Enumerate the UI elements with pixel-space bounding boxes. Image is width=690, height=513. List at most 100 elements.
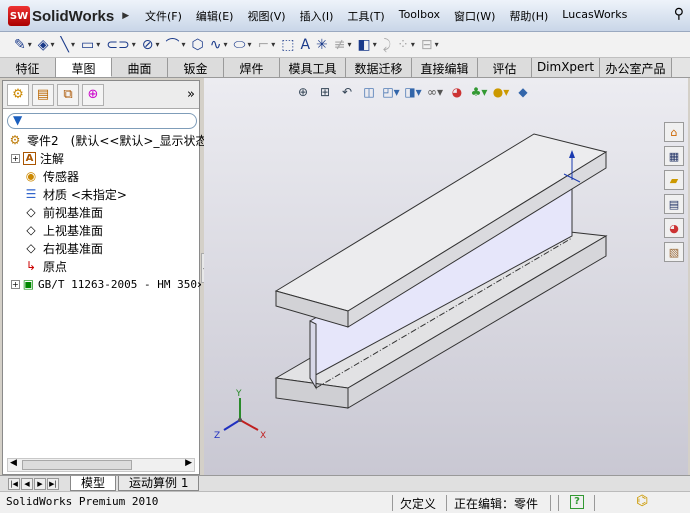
tree-item-annotations[interactable]: + A 注解 [11, 149, 64, 167]
tab-office-products[interactable]: 办公室产品 [600, 58, 672, 77]
tab-mold-tools[interactable]: 模具工具 [280, 58, 346, 77]
feature-manager-tab-icon[interactable]: ⚙ [7, 83, 29, 106]
circle-icon[interactable]: ⊘ ▾ [142, 37, 160, 53]
next-tab-icon[interactable]: ▶ [34, 477, 46, 490]
arc-icon[interactable]: ⌒ ▾ [165, 35, 185, 55]
tree-filter[interactable]: ▼ [7, 113, 197, 129]
part-feature-icon: ▣ [22, 277, 35, 291]
menu-bar: 文件(F) 编辑(E) 视图(V) 插入(I) 工具(T) Toolbox 窗口… [138, 5, 634, 27]
menu-toolbox[interactable]: Toolbox [392, 5, 447, 27]
sketch-tool-icon[interactable]: ◈ ▾ [38, 37, 55, 53]
move-entities-icon[interactable]: ⊟ ▾ [421, 37, 439, 53]
solidworks-logo[interactable]: SW SolidWorks ▶ [8, 4, 129, 28]
tab-direct-editing[interactable]: 直接编辑 [412, 58, 478, 77]
panel-expand-icon[interactable]: » [187, 87, 195, 102]
sensor-icon: ◉ [25, 169, 37, 183]
scroll-right-icon[interactable]: ▶ [185, 458, 192, 468]
beam-model[interactable]: Y X Z [204, 78, 688, 475]
plane-icon: ◇ [26, 241, 36, 255]
prev-tab-icon[interactable]: ◀ [21, 477, 33, 490]
menu-edit[interactable]: 编辑(E) [189, 5, 241, 27]
centerline-icon[interactable]: ≢ ▾ [334, 37, 352, 53]
tab-motion-study[interactable]: 运动算例 1 [118, 476, 200, 491]
slot-icon[interactable]: ⊂⊃ ▾ [106, 37, 135, 53]
part-icon: ⚙ [9, 133, 21, 147]
menu-file[interactable]: 文件(F) [138, 5, 189, 27]
menu-lucasworks[interactable]: LucasWorks [555, 5, 634, 27]
mirror-icon[interactable]: ⤸ [383, 37, 391, 53]
graphics-area[interactable]: ⊕ ⊞ ↶ ◫ ◰▾ ◨▾ ∞▾ ◕ ♣▾ ●▾ ◆ Y X Z [204, 78, 688, 475]
tab-features[interactable]: 特征 [0, 58, 56, 77]
status-product: SolidWorks Premium 2010 [6, 495, 159, 508]
logo-arrow-icon[interactable]: ▶ [122, 11, 129, 21]
ellipse-icon[interactable]: ⬭ ▾ [233, 37, 251, 53]
tab-model[interactable]: 模型 [70, 476, 117, 491]
sketch-text-icon[interactable]: ⬚ [281, 37, 294, 53]
tree-item-origin[interactable]: ↳ 原点 [23, 257, 67, 275]
web-end-face [309, 320, 317, 390]
point-icon[interactable]: ✳ [316, 37, 328, 53]
pin-icon[interactable]: ⚲ [674, 6, 684, 22]
line-icon[interactable]: ╲ ▾ [61, 37, 75, 53]
tab-dimxpert[interactable]: DimXpert [532, 58, 600, 77]
design-library-icon[interactable]: ▦ [664, 146, 684, 166]
tree-item-beam-feature[interactable]: + ▣ GB/T 11263-2005 - HM 350× [11, 275, 201, 293]
configuration-manager-tab-icon[interactable]: ⧉ [57, 83, 79, 106]
tree-item-sensors[interactable]: ◉ 传感器 [23, 167, 79, 185]
status-separator [392, 495, 393, 511]
material-icon: ☰ [25, 187, 37, 201]
home-icon[interactable]: ⌂ [664, 122, 684, 142]
status-definition-state: 欠定义 [400, 497, 437, 511]
tree-item-label: 材质 <未指定> [43, 187, 127, 202]
menu-insert[interactable]: 插入(I) [293, 5, 341, 27]
menu-help[interactable]: 帮助(H) [502, 5, 555, 27]
linear-pattern-icon[interactable]: ⁘ ▾ [397, 37, 415, 53]
spline-icon[interactable]: ∿ ▾ [210, 37, 228, 53]
dimxpert-manager-tab-icon[interactable]: ⊕ [82, 83, 104, 106]
status-editing: 正在编辑：零件 [454, 497, 539, 511]
scroll-thumb[interactable] [22, 460, 132, 470]
view-palette-icon[interactable]: ▤ [664, 194, 684, 214]
first-tab-icon[interactable]: |◀ [8, 477, 20, 490]
menu-tools[interactable]: 工具(T) [340, 5, 391, 27]
expand-icon[interactable]: + [11, 279, 20, 289]
triad-z-axis [223, 419, 241, 431]
tree-item-material[interactable]: ☰ 材质 <未指定> [23, 185, 127, 203]
help-icon[interactable]: ? [570, 495, 584, 509]
tab-surfaces[interactable]: 曲面 [112, 58, 168, 77]
appearances-icon[interactable]: ◕ [664, 218, 684, 238]
tab-evaluate[interactable]: 评估 [478, 58, 532, 77]
fillet-icon[interactable]: ⌐ ▾ [257, 37, 275, 53]
polygon-icon[interactable]: ⬡ [192, 37, 204, 53]
rectangle-icon[interactable]: ▭ ▾ [81, 37, 100, 53]
sketch-text-a-icon[interactable]: A [300, 37, 310, 53]
last-tab-icon[interactable]: ▶| [47, 477, 59, 490]
command-manager-tabs: 特征 草图 曲面 钣金 焊件 模具工具 数据迁移 直接编辑 评估 DimXper… [0, 58, 690, 78]
tab-sketch[interactable]: 草图 [56, 58, 112, 77]
tree-item-top-plane[interactable]: ◇ 上视基准面 [23, 221, 103, 239]
custom-properties-icon[interactable]: ▧ [664, 242, 684, 262]
status-separator [558, 495, 559, 511]
smart-dimension-icon[interactable]: ✎ ▾ [14, 37, 32, 53]
scroll-left-icon[interactable]: ◀ [10, 458, 17, 468]
triad-x-label: X [260, 431, 266, 441]
tree-root[interactable]: ⚙ 零件2 (默认<<默认>_显示状态 [7, 131, 208, 149]
sketch-toolbar: ✎ ▾ ◈ ▾ ╲ ▾ ▭ ▾ ⊂⊃ ▾ ⊘ ▾ ⌒ ▾ ⬡ ∿ ▾ ⬭ ▾ ⌐ ▾ ⬚ A ✳ ≢… [0, 32, 690, 58]
panel-tabs: ⚙ ▤ ⧉ ⊕ » [3, 81, 199, 109]
expand-icon[interactable]: + [11, 153, 20, 163]
tree-horizontal-scrollbar[interactable]: ◀ ▶ [7, 458, 195, 472]
menu-window[interactable]: 窗口(W) [447, 5, 502, 27]
feature-manager-panel: ⚙ ▤ ⧉ ⊕ » ▼ ⚙ 零件2 (默认<<默认>_显示状态 + A 注解 ◉… [2, 80, 207, 475]
tree-item-right-plane[interactable]: ◇ 右视基准面 [23, 239, 103, 257]
tab-data-migration[interactable]: 数据迁移 [346, 58, 412, 77]
tab-weldments[interactable]: 焊件 [224, 58, 280, 77]
menu-view[interactable]: 视图(V) [240, 5, 292, 27]
plane-icon: ◇ [26, 205, 36, 219]
logo-text: SolidWorks [32, 7, 115, 25]
tab-sheet-metal[interactable]: 钣金 [168, 58, 224, 77]
convert-entities-icon[interactable]: ◧ ▾ [358, 37, 377, 53]
tree-item-front-plane[interactable]: ◇ 前视基准面 [23, 203, 103, 221]
property-manager-tab-icon[interactable]: ▤ [32, 83, 54, 106]
file-explorer-icon[interactable]: ▰ [664, 170, 684, 190]
tag-icon[interactable]: ⌬ [636, 493, 648, 509]
